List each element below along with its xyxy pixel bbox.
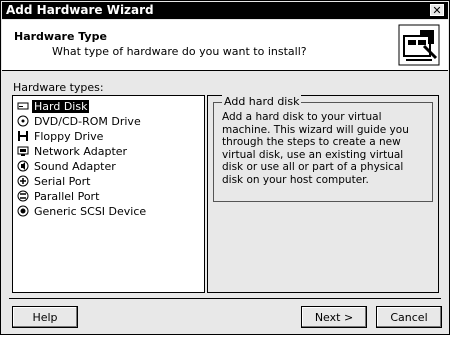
title-bar: Add Hardware Wizard ✕	[2, 2, 448, 19]
close-button[interactable]: ✕	[430, 4, 444, 16]
list-item-label: Network Adapter	[34, 144, 128, 158]
list-item-label: Floppy Drive	[34, 129, 104, 143]
description-panel: Add hard disk Add a hard disk to your vi…	[207, 95, 439, 293]
button-separator	[9, 298, 441, 299]
network-adapter-icon	[17, 146, 29, 156]
window-title: Add Hardware Wizard	[6, 3, 154, 17]
hardware-wizard-icon	[398, 24, 440, 66]
sound-adapter-icon	[17, 160, 29, 172]
cd-rom-icon	[17, 115, 29, 127]
list-item-label: Serial Port	[34, 174, 91, 188]
hardware-types-list[interactable]: Hard Disk DVD/CD-ROM Drive Floppy Drive	[12, 95, 205, 293]
list-item-label: Parallel Port	[34, 189, 100, 203]
list-item-label: Generic SCSI Device	[34, 204, 147, 218]
page-title: Hardware Type	[14, 30, 107, 43]
list-item-sound-adapter[interactable]: Sound Adapter	[17, 159, 118, 173]
description-group: Add hard disk Add a hard disk to your vi…	[213, 95, 433, 202]
list-item-floppy-drive[interactable]: Floppy Drive	[17, 129, 105, 143]
hard-disk-icon	[17, 102, 29, 110]
list-item-label: Hard Disk	[32, 99, 90, 113]
hardware-types-label: Hardware types:	[13, 81, 104, 94]
list-item-label: Sound Adapter	[34, 159, 116, 173]
next-button[interactable]: Next >	[301, 306, 367, 328]
description-title: Add hard disk	[222, 95, 302, 108]
list-item-parallel-port[interactable]: Parallel Port	[17, 189, 101, 203]
wizard-header: Hardware Type What type of hardware do y…	[2, 20, 448, 71]
floppy-drive-icon	[18, 131, 28, 141]
cancel-button[interactable]: Cancel	[376, 306, 442, 328]
help-button[interactable]: Help	[12, 306, 78, 328]
list-item-hard-disk[interactable]: Hard Disk	[17, 99, 90, 113]
page-subtitle: What type of hardware do you want to ins…	[52, 45, 307, 58]
description-text: Add a hard disk to your virtual machine.…	[222, 111, 409, 186]
scsi-device-icon	[17, 205, 29, 217]
list-item-serial-port[interactable]: Serial Port	[17, 174, 92, 188]
serial-port-icon	[17, 175, 29, 187]
list-item-label: DVD/CD-ROM Drive	[34, 114, 141, 128]
list-item-network-adapter[interactable]: Network Adapter	[17, 144, 129, 158]
add-hardware-wizard-window: Add Hardware Wizard ✕ Hardware Type What…	[0, 0, 450, 335]
close-icon: ✕	[432, 3, 442, 17]
list-item-generic-scsi-device[interactable]: Generic SCSI Device	[17, 204, 148, 218]
list-item-dvd-cd-rom[interactable]: DVD/CD-ROM Drive	[17, 114, 143, 128]
parallel-port-icon	[17, 190, 29, 202]
